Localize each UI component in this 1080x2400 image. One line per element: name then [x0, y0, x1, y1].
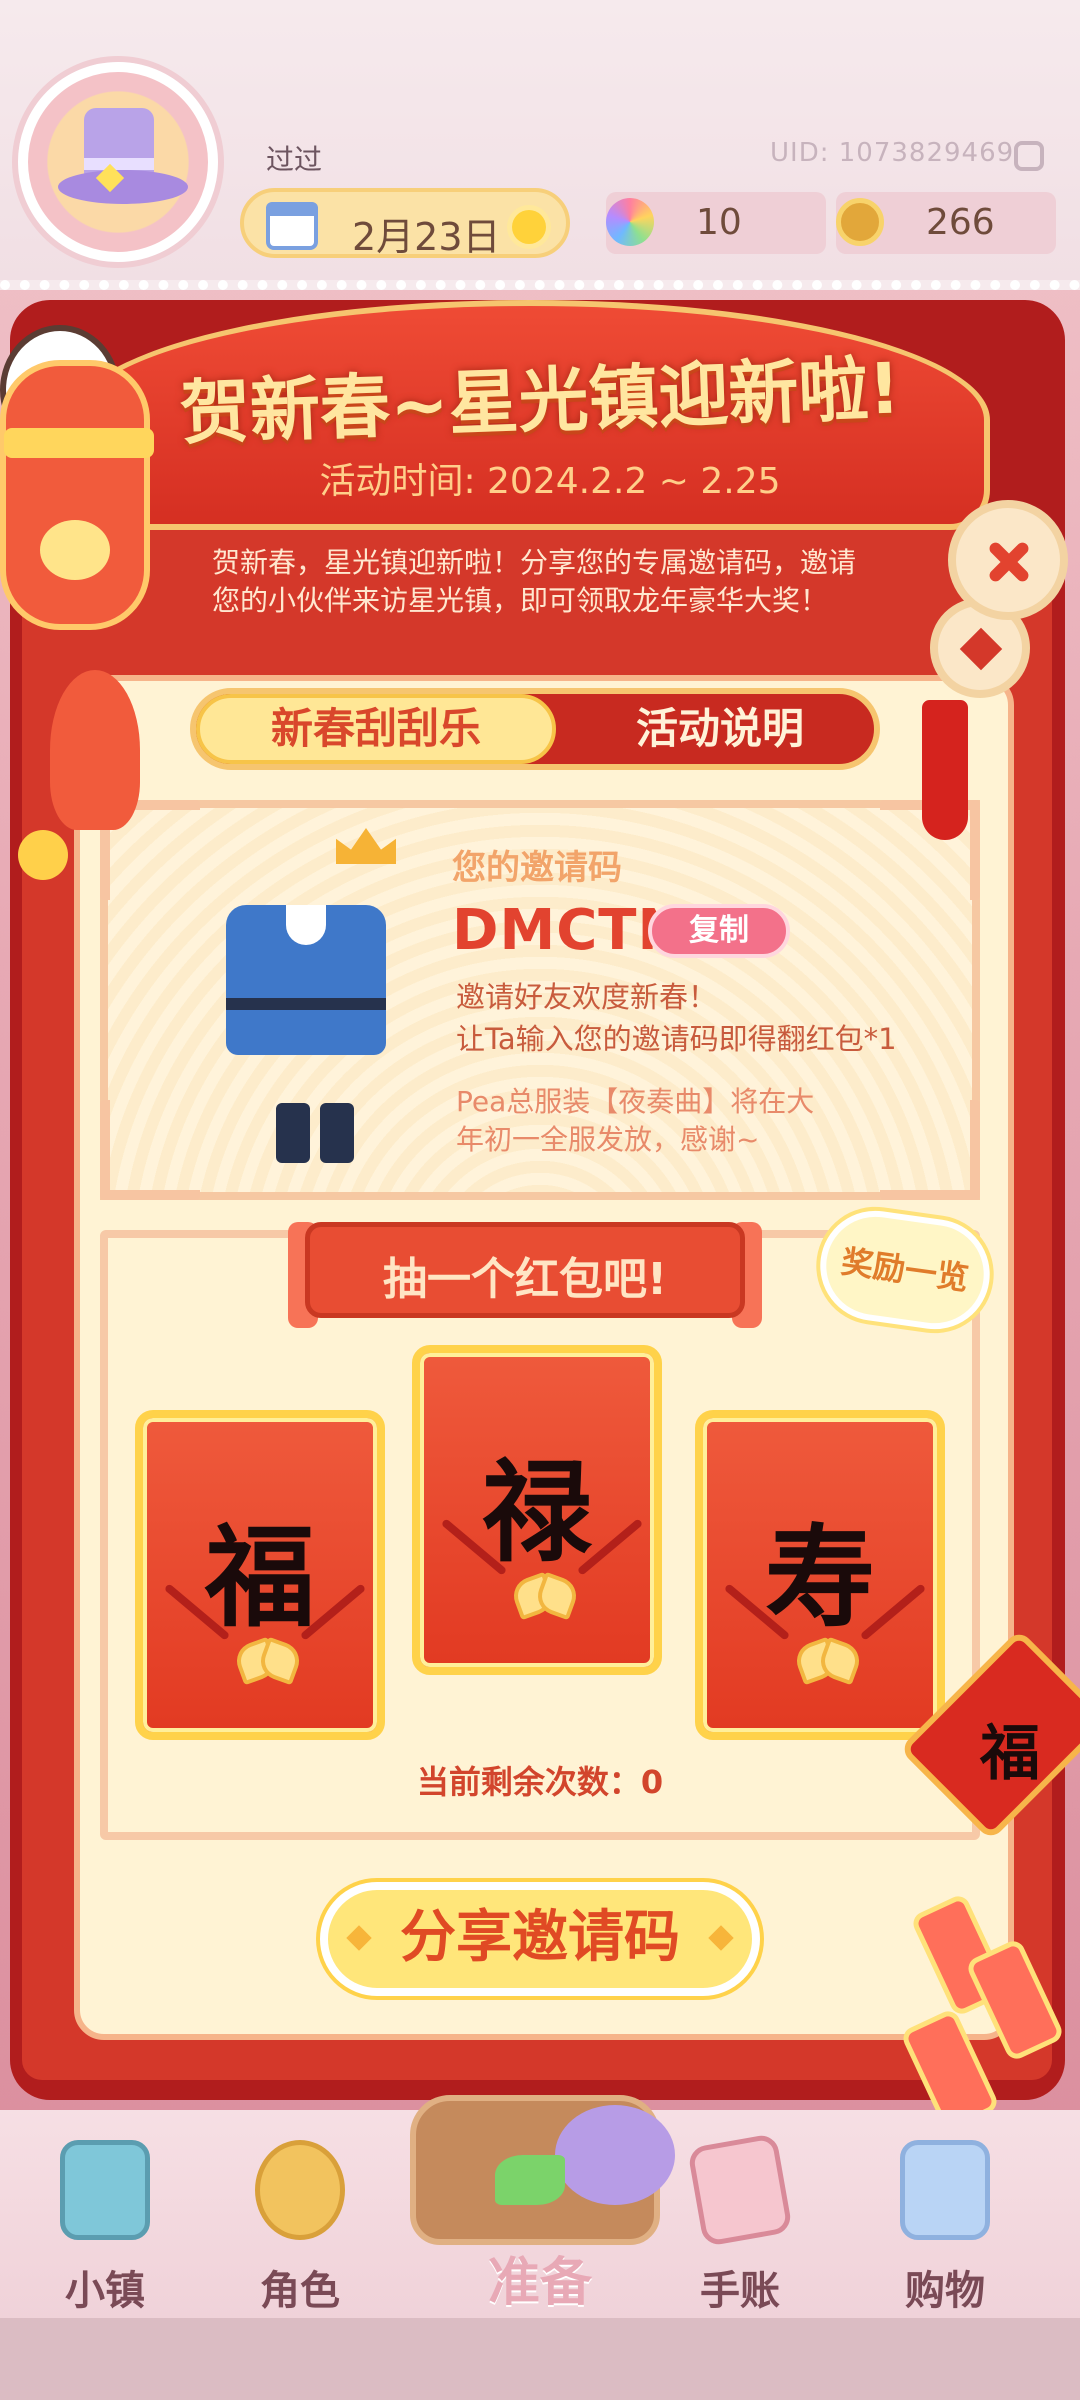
boot-icon: [320, 1103, 354, 1163]
tassel-icon: [922, 700, 968, 840]
tab-scratch[interactable]: 新春刮刮乐: [196, 694, 556, 764]
lantern-icon: [0, 360, 150, 630]
tassel-icon: [50, 670, 140, 830]
corner-ornament: [100, 1100, 200, 1200]
invite-note-1: Pea总服装【夜奏曲】将在大: [456, 1085, 815, 1118]
copy-invite-button[interactable]: 复制: [648, 904, 790, 958]
uid-text: UID: 1073829469: [770, 138, 1015, 168]
close-button[interactable]: [948, 500, 1068, 620]
invite-code-label: 您的邀请码: [452, 848, 622, 888]
hat-band: [84, 158, 154, 170]
remaining-count: 当前剩余次数：0: [416, 1763, 664, 1801]
draw-title: 抽一个红包吧!: [382, 1254, 668, 1305]
coin-count: 266: [926, 202, 995, 243]
red-envelope-lu[interactable]: 禄: [412, 1345, 662, 1675]
paw-icon: [40, 520, 110, 580]
date-text: 2月23日: [352, 215, 501, 259]
nav-shop-label: 购物: [905, 2268, 985, 2314]
prepare-bow-icon: [495, 2155, 565, 2205]
nav-journal-label: 手账: [700, 2268, 780, 2314]
tab-rules[interactable]: 活动说明: [570, 694, 870, 764]
nav-town-label: 小镇: [65, 2268, 145, 2314]
flower-icon: [606, 198, 654, 246]
event-time: 活动时间: 2024.2.2 ~ 2.25: [319, 461, 781, 502]
nav-town[interactable]: 小镇: [20, 2140, 180, 2320]
bottom-nav-base: [0, 2318, 1080, 2400]
event-description: 贺新春，星光镇迎新啦！分享您的专属邀请码，邀请您的小伙伴来访星光镇，即可领取龙年…: [212, 546, 857, 617]
sun-icon: [512, 210, 546, 244]
share-invite-button[interactable]: 分享邀请码: [320, 1882, 760, 1996]
flower-count: 10: [696, 202, 742, 243]
outfit-belt: [226, 998, 386, 1010]
copy-uid-icon[interactable]: [1014, 141, 1044, 171]
flower-counter[interactable]: 10: [606, 192, 826, 254]
invite-note-2: 年初一全服发放，感谢~: [456, 1123, 760, 1156]
nav-journal[interactable]: 手账: [655, 2132, 815, 2320]
date-pill: 2月23日: [240, 188, 570, 259]
red-envelope-fu[interactable]: 福: [135, 1410, 385, 1740]
bow-icon: [797, 1638, 859, 1678]
journal-icon: [687, 2132, 793, 2248]
invite-text-1: 邀请好友欢度新春！: [456, 980, 718, 1014]
outfit-collar: [286, 905, 326, 945]
coin-hole: [959, 627, 1003, 671]
character-icon: [255, 2140, 345, 2240]
map-icon: [60, 2140, 150, 2240]
corner-ornament: [880, 1100, 980, 1200]
nav-shop[interactable]: 购物: [860, 2140, 1020, 2320]
calendar-icon: [266, 202, 318, 250]
nav-character-label: 角色: [260, 2268, 340, 2314]
flower-icon: [18, 830, 68, 880]
hat-brim: [58, 170, 188, 204]
bow-icon: [237, 1638, 299, 1678]
envelope-char: 福: [205, 1513, 315, 1642]
invite-text-2: 让Ta输入您的邀请码即得翻红包*1: [456, 1022, 897, 1056]
boot-icon: [276, 1103, 310, 1163]
envelope-char: 禄: [482, 1448, 592, 1577]
shopping-bag-icon: [900, 2140, 990, 2240]
nav-prepare[interactable]: 准备: [460, 2240, 620, 2315]
player-name: 过过: [266, 143, 323, 176]
coin-icon: [836, 198, 884, 246]
avatar[interactable]: [18, 62, 218, 262]
knot-char: 福: [980, 1719, 1040, 1789]
red-envelope-shou[interactable]: 寿: [695, 1410, 945, 1740]
nav-character[interactable]: 角色: [215, 2140, 375, 2320]
envelope-char: 寿: [765, 1513, 875, 1642]
lantern-cap: [4, 428, 154, 458]
coin-counter[interactable]: 266: [836, 192, 1056, 254]
bow-icon: [514, 1573, 576, 1613]
